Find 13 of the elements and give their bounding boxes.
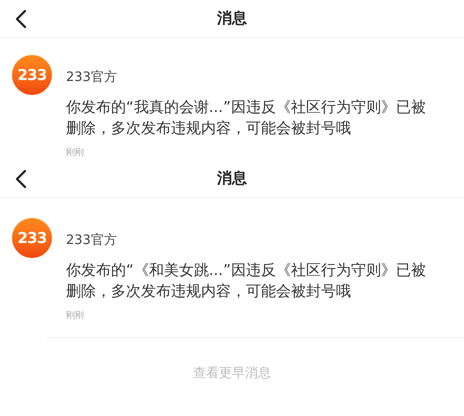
timestamp: 刚刚 bbox=[66, 146, 85, 160]
load-earlier-link[interactable]: 查看更早消息 bbox=[193, 364, 271, 384]
avatar[interactable]: 233 bbox=[12, 55, 52, 95]
page-title: 消息 bbox=[217, 168, 247, 190]
back-icon[interactable] bbox=[14, 169, 28, 189]
page-title: 消息 bbox=[217, 8, 247, 30]
sender-name: 233官方 bbox=[66, 232, 118, 250]
message-text: 你发布的“《和美女跳...”因违反《社区行为守则》已被删除，多次发布违规内容，可能会被封号哦 bbox=[66, 260, 427, 302]
sender-name: 233官方 bbox=[66, 69, 118, 87]
message-text: 你发布的“我真的会谢...”因违反《社区行为守则》已被删除，多次发布违规内容，可能会被封号哦 bbox=[66, 96, 427, 138]
avatar[interactable]: 233 bbox=[12, 218, 52, 258]
timestamp: 刚刚 bbox=[66, 310, 85, 322]
back-icon[interactable] bbox=[14, 9, 28, 29]
